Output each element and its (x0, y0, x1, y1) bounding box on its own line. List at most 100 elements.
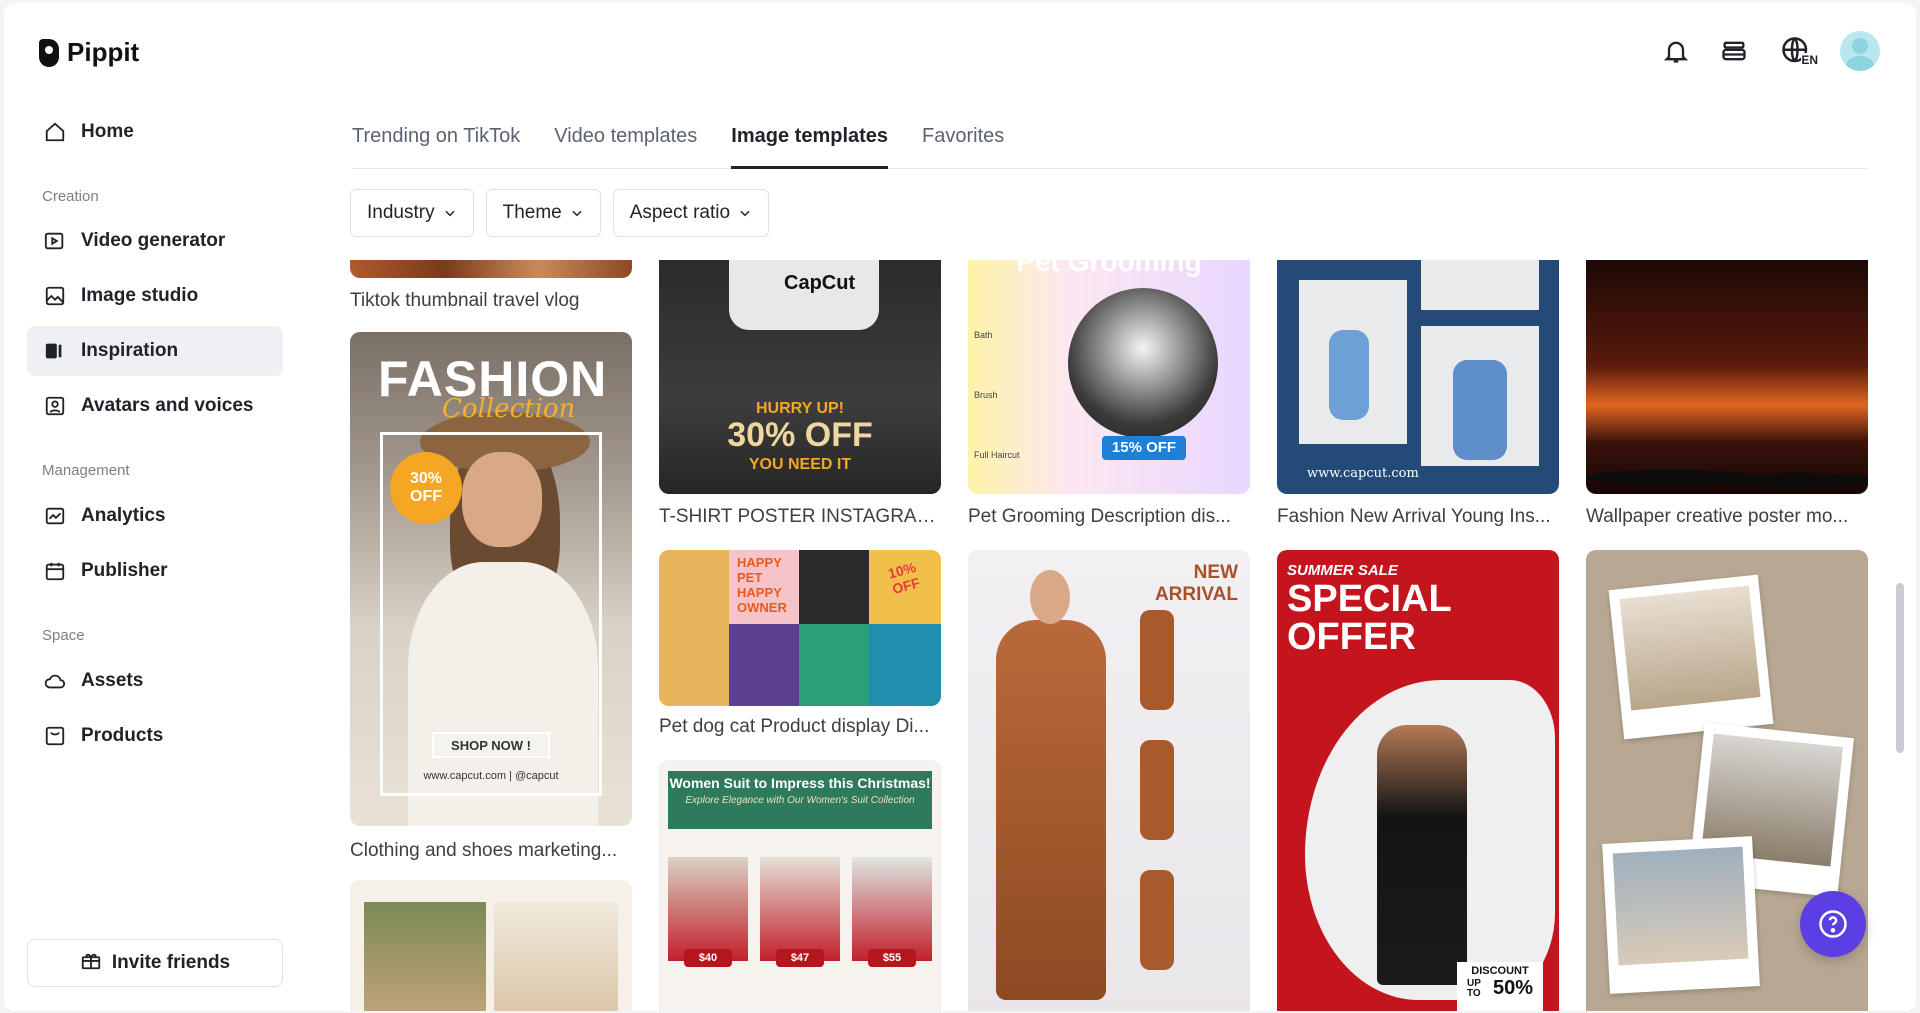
poster-brand: CapCut (784, 272, 856, 294)
template-card-christmas-suit[interactable]: Women Suit to Impress this Christmas! Ex… (659, 760, 941, 1011)
app-name: Pippit (67, 37, 140, 67)
filter-label: Theme (502, 202, 562, 223)
invite-friends-label: Invite friends (111, 952, 231, 973)
sidebar-item-assets[interactable]: Assets (27, 656, 283, 706)
discount-badge: 15% OFF (1102, 436, 1186, 460)
sidebar-item-products[interactable]: Products (27, 711, 283, 761)
user-avatar[interactable] (1840, 31, 1880, 71)
poster-line2: 30% OFF (727, 416, 873, 454)
discount-badge: 30% OFF (390, 452, 462, 524)
credits-stack-icon[interactable] (1716, 33, 1752, 69)
price-tag: $55 (868, 949, 916, 967)
sidebar-item-label: Video generator (81, 230, 226, 251)
tab-trending-tiktok[interactable]: Trending on TikTok (352, 119, 520, 169)
sidebar-item-publisher[interactable]: Publisher (27, 546, 283, 596)
template-card-hat-collage[interactable] (350, 880, 632, 1011)
service-label: Full Haircut (974, 450, 1020, 460)
header-actions: EN (1658, 31, 1880, 71)
template-thumbnail: CapCut HURRY UP! 30% OFF YOU NEED IT (659, 260, 941, 494)
tab-image-templates[interactable]: Image templates (731, 119, 889, 169)
template-card-pet-display[interactable]: HAPPY PET HAPPY OWNER 10% OFF Pet dog ca… (659, 550, 941, 737)
template-card-new-arrival[interactable]: NEW ARRIVAL (968, 550, 1250, 1011)
poster-title: NEW ARRIVAL (1154, 562, 1238, 605)
section-label-space: Space (42, 627, 85, 644)
sidebar-item-analytics[interactable]: Analytics (27, 491, 283, 541)
cloud-icon (43, 669, 67, 693)
sidebar-item-label: Inspiration (81, 340, 179, 361)
sidebar-item-home[interactable]: Home (27, 107, 283, 157)
notification-bell-icon[interactable] (1658, 33, 1694, 69)
template-caption: Tiktok thumbnail travel vlog (350, 290, 580, 311)
template-caption: Pet Grooming Description dis... (968, 506, 1231, 527)
template-thumbnail: HAPPY PET HAPPY OWNER 10% OFF (659, 550, 941, 706)
special-offer-title: SPECIAL OFFER (1287, 578, 1452, 658)
template-card-special-offer[interactable]: SUMMER SALE SPECIAL OFFER DISCOUNT UP TO… (1277, 550, 1559, 1011)
sidebar-item-label: Assets (81, 670, 144, 691)
avatar-icon (43, 394, 67, 418)
template-tabs: Trending on TikTok Video templates Image… (352, 119, 1867, 169)
poster-title: Women Suit to Impress this Christmas! (669, 775, 931, 791)
poster-footer: www.capcut.com (1307, 466, 1419, 481)
sidebar-item-label: Avatars and voices (81, 395, 254, 416)
app-logo[interactable]: Pippit (39, 37, 139, 68)
kid-figure-1 (1329, 330, 1369, 420)
poster-footer: www.capcut.com | @capcut (423, 770, 559, 782)
industry-filter-dropdown[interactable]: Industry (350, 189, 474, 237)
summer-sale-label: SUMMER SALE (1287, 562, 1398, 579)
template-card-fashion-collection[interactable]: FASHION Collection 30% OFF SHOP NOW ! ww… (350, 332, 632, 862)
thumb-model-2 (1140, 740, 1174, 840)
poster-line3: YOU NEED IT (748, 456, 852, 473)
invite-friends-button[interactable]: Invite friends (27, 939, 283, 987)
template-caption: Clothing and shoes marketing... (350, 840, 618, 861)
sidebar-item-image-studio[interactable]: Image studio (27, 271, 283, 321)
video-plus-icon (43, 229, 67, 253)
tab-video-templates[interactable]: Video templates (554, 119, 697, 169)
filter-bar: Industry Theme Aspect ratio (350, 189, 770, 237)
template-caption: Wallpaper creative poster mo... (1586, 506, 1849, 527)
thumb-model-1 (1140, 610, 1174, 710)
poster-subtitle: Explore Elegance with Our Women's Suit C… (685, 795, 915, 806)
chevron-down-icon (444, 210, 455, 217)
template-grid: Tiktok thumbnail travel vlog FASHION Col… (350, 260, 1870, 1011)
sidebar-item-label: Publisher (81, 560, 168, 581)
filter-label: Aspect ratio (629, 202, 731, 223)
photo-content (1612, 846, 1749, 966)
help-button[interactable] (1800, 891, 1866, 957)
section-label-creation: Creation (42, 188, 99, 205)
inspiration-icon (43, 339, 67, 363)
template-caption: Pet dog cat Product display Di... (659, 716, 930, 737)
template-card-tshirt-poster[interactable]: CapCut HURRY UP! 30% OFF YOU NEED IT T-S… (659, 260, 941, 530)
dog2-photo (799, 624, 869, 706)
page-scrollbar[interactable] (1896, 583, 1904, 753)
price-tag: $47 (776, 949, 824, 967)
sidebar-item-inspiration[interactable]: Inspiration (27, 326, 283, 376)
tab-favorites[interactable]: Favorites (922, 119, 1004, 169)
polaroid-photo-3 (1602, 836, 1760, 994)
template-thumbnail (350, 260, 632, 278)
model-figure (1377, 725, 1467, 985)
kid-figure-2 (1453, 360, 1507, 460)
template-card-fashion-new-arrival[interactable]: www.capcut.com Fashion New Arrival Young… (1277, 260, 1559, 530)
aspect-ratio-filter-dropdown[interactable]: Aspect ratio (612, 189, 770, 237)
template-card-travel-vlog[interactable]: Tiktok thumbnail travel vlog (350, 260, 632, 311)
product-photo-1 (668, 857, 748, 961)
sidebar-item-label: Image studio (81, 285, 199, 306)
dog-photo (659, 550, 729, 706)
template-card-pet-grooming[interactable]: Pet Grooming Bath Brush Full Haircut 15%… (968, 260, 1250, 530)
sidebar-item-label: Analytics (81, 505, 166, 526)
theme-filter-dropdown[interactable]: Theme (485, 189, 601, 237)
language-globe-icon[interactable]: EN (1774, 33, 1818, 69)
pippit-logo-icon (39, 38, 59, 67)
sidebar-item-avatars-voices[interactable]: Avatars and voices (27, 381, 283, 431)
sidebar: Pippit Home Creation Video generator Ima… (4, 3, 304, 1011)
photo-left (364, 902, 486, 1011)
template-thumbnail: FASHION Collection 30% OFF SHOP NOW ! ww… (350, 332, 632, 826)
chevron-down-icon (740, 210, 750, 217)
app-window: Pippit Home Creation Video generator Ima… (4, 3, 1916, 1011)
template-card-wallpaper-poster[interactable]: Wallpaper creative poster mo... (1586, 260, 1868, 530)
cat-photo (729, 624, 799, 706)
discount-label: DISCOUNT (1471, 965, 1529, 977)
section-label-management: Management (42, 462, 130, 479)
sidebar-item-video-generator[interactable]: Video generator (27, 216, 283, 266)
upto-label: UP TO (1466, 977, 1481, 999)
